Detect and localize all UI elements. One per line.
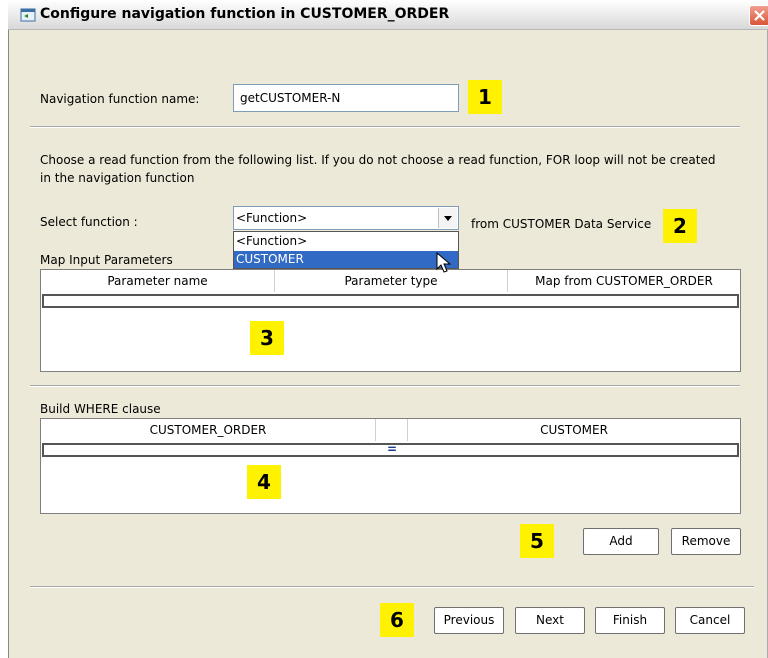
column-header[interactable]: Map from CUSTOMER_ORDER [508, 270, 740, 292]
column-header[interactable]: Parameter name [41, 270, 275, 292]
dropdown-button[interactable] [438, 208, 457, 228]
divider [30, 126, 740, 128]
callout-4: 4 [247, 465, 281, 499]
close-button[interactable] [749, 5, 768, 26]
instruction-text: Choose a read function from the followin… [40, 153, 716, 167]
select-value: <Function> [236, 211, 308, 225]
nav-name-label: Navigation function name: [40, 92, 200, 106]
table-row[interactable] [42, 294, 739, 308]
finish-button[interactable]: Finish [595, 607, 665, 634]
where-clause-table[interactable]: CUSTOMER_ORDER CUSTOMER = [40, 418, 741, 514]
callout-5: 5 [520, 524, 554, 558]
column-header[interactable] [376, 419, 408, 441]
column-header[interactable]: CUSTOMER [408, 419, 740, 441]
close-icon [754, 10, 765, 21]
cancel-button[interactable]: Cancel [675, 607, 745, 634]
divider [30, 385, 740, 387]
nav-name-field[interactable]: getCUSTOMER-N [233, 84, 459, 112]
callout-2: 2 [663, 209, 697, 243]
input-params-table[interactable]: Parameter name Parameter type Map from C… [40, 269, 741, 372]
where-clause-label: Build WHERE clause [40, 402, 161, 416]
equals-operator: = [387, 442, 398, 456]
instruction-text-cont: in the navigation function [40, 171, 195, 185]
previous-button[interactable]: Previous [434, 607, 504, 634]
input-params-label: Map Input Parameters [40, 253, 173, 267]
column-header[interactable]: CUSTOMER_ORDER [41, 419, 376, 441]
dropdown-option[interactable]: <Function> [234, 233, 458, 250]
app-icon [20, 8, 36, 22]
callout-3: 3 [250, 321, 284, 355]
divider [30, 586, 754, 588]
data-service-label: from CUSTOMER Data Service [471, 217, 652, 231]
function-select[interactable]: <Function> [233, 206, 459, 230]
callout-1: 1 [468, 80, 502, 114]
mouse-pointer-icon [436, 252, 452, 273]
dropdown-option-selected[interactable]: CUSTOMER [234, 251, 458, 268]
window-title: Configure navigation function in CUSTOME… [40, 6, 450, 22]
column-header[interactable]: Parameter type [275, 270, 508, 292]
function-dropdown-list[interactable]: <Function> CUSTOMER [233, 231, 459, 269]
add-button[interactable]: Add [583, 528, 659, 555]
chevron-down-icon [444, 216, 452, 221]
callout-6: 6 [380, 603, 414, 637]
next-button[interactable]: Next [515, 607, 585, 634]
remove-button[interactable]: Remove [671, 528, 741, 555]
title-bar[interactable]: Configure navigation function in CUSTOME… [8, 0, 768, 30]
select-function-label: Select function : [40, 215, 138, 229]
